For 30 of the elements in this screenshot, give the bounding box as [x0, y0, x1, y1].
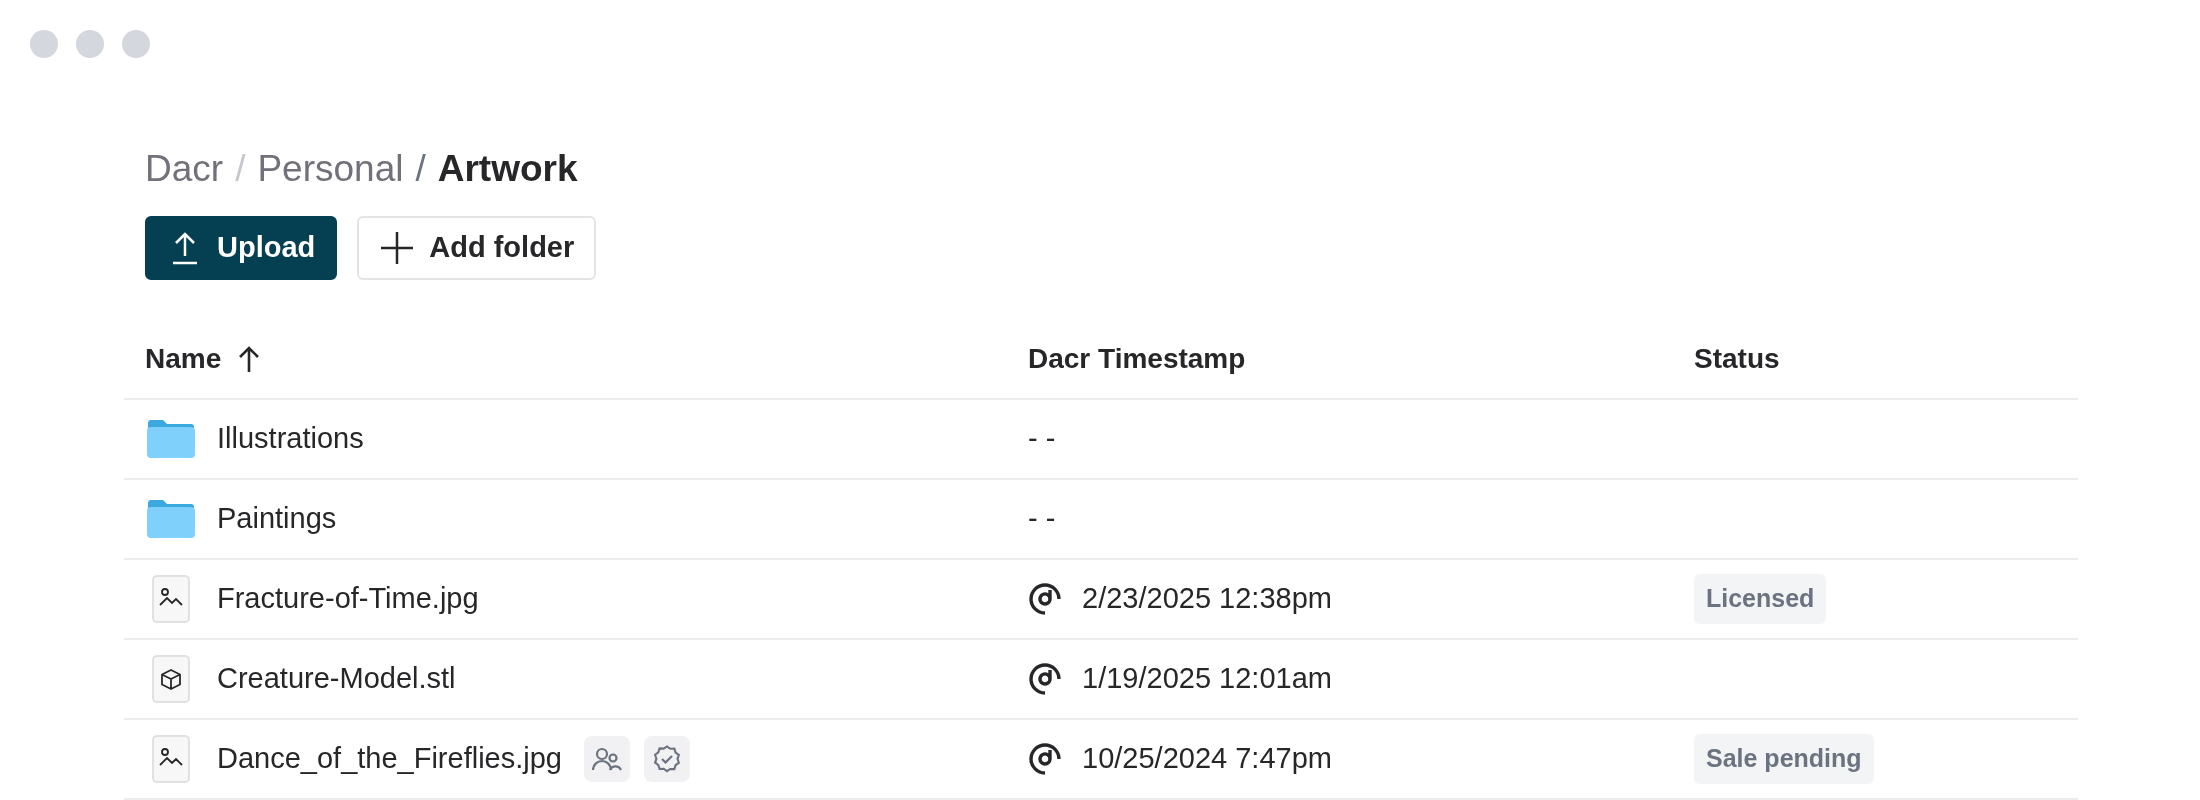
breadcrumb-current: Artwork: [437, 147, 578, 192]
column-header[interactable]: Dacr Timestamp: [1028, 338, 1246, 380]
verified-badge-icon[interactable]: [644, 736, 690, 782]
shared-users-icon[interactable]: [584, 736, 630, 782]
status-tag: Sale pending: [1694, 734, 1874, 784]
timestamp: 10/25/2024 7:47pm: [1082, 741, 1332, 777]
folder-icon: [146, 419, 196, 459]
image-file-icon: [152, 575, 190, 623]
column-header[interactable]: Name: [145, 338, 222, 380]
plus-icon: [379, 230, 416, 266]
breadcrumb-link[interactable]: Personal: [257, 141, 404, 197]
column-header[interactable]: Status: [1694, 338, 1780, 380]
breadcrumb-separator: /: [235, 147, 246, 192]
breadcrumb-separator: /: [415, 147, 426, 192]
folder-name[interactable]: Illustrations: [217, 417, 364, 461]
timestamp: - -: [1028, 421, 1056, 457]
timestamp: 1/19/2025 12:01am: [1082, 661, 1332, 697]
file-name[interactable]: Creature-Model.stl: [217, 657, 456, 701]
timestamp: - -: [1028, 501, 1056, 537]
timestamp: 2/23/2025 12:38pm: [1082, 581, 1332, 617]
image-file-icon: [152, 735, 190, 783]
add-folder-button[interactable]: Add folder: [357, 216, 597, 280]
upload-button[interactable]: Upload: [145, 216, 338, 280]
breadcrumb-link[interactable]: Dacr: [145, 141, 224, 197]
file-name[interactable]: Fracture-of-Time.jpg: [217, 577, 479, 621]
status-tag: Licensed: [1694, 574, 1827, 624]
folder-name[interactable]: Paintings: [217, 497, 337, 541]
folder-icon: [146, 499, 196, 539]
cube-file-icon: [152, 655, 190, 703]
file-name[interactable]: Dance_of_the_Fireflies.jpg: [217, 737, 562, 781]
